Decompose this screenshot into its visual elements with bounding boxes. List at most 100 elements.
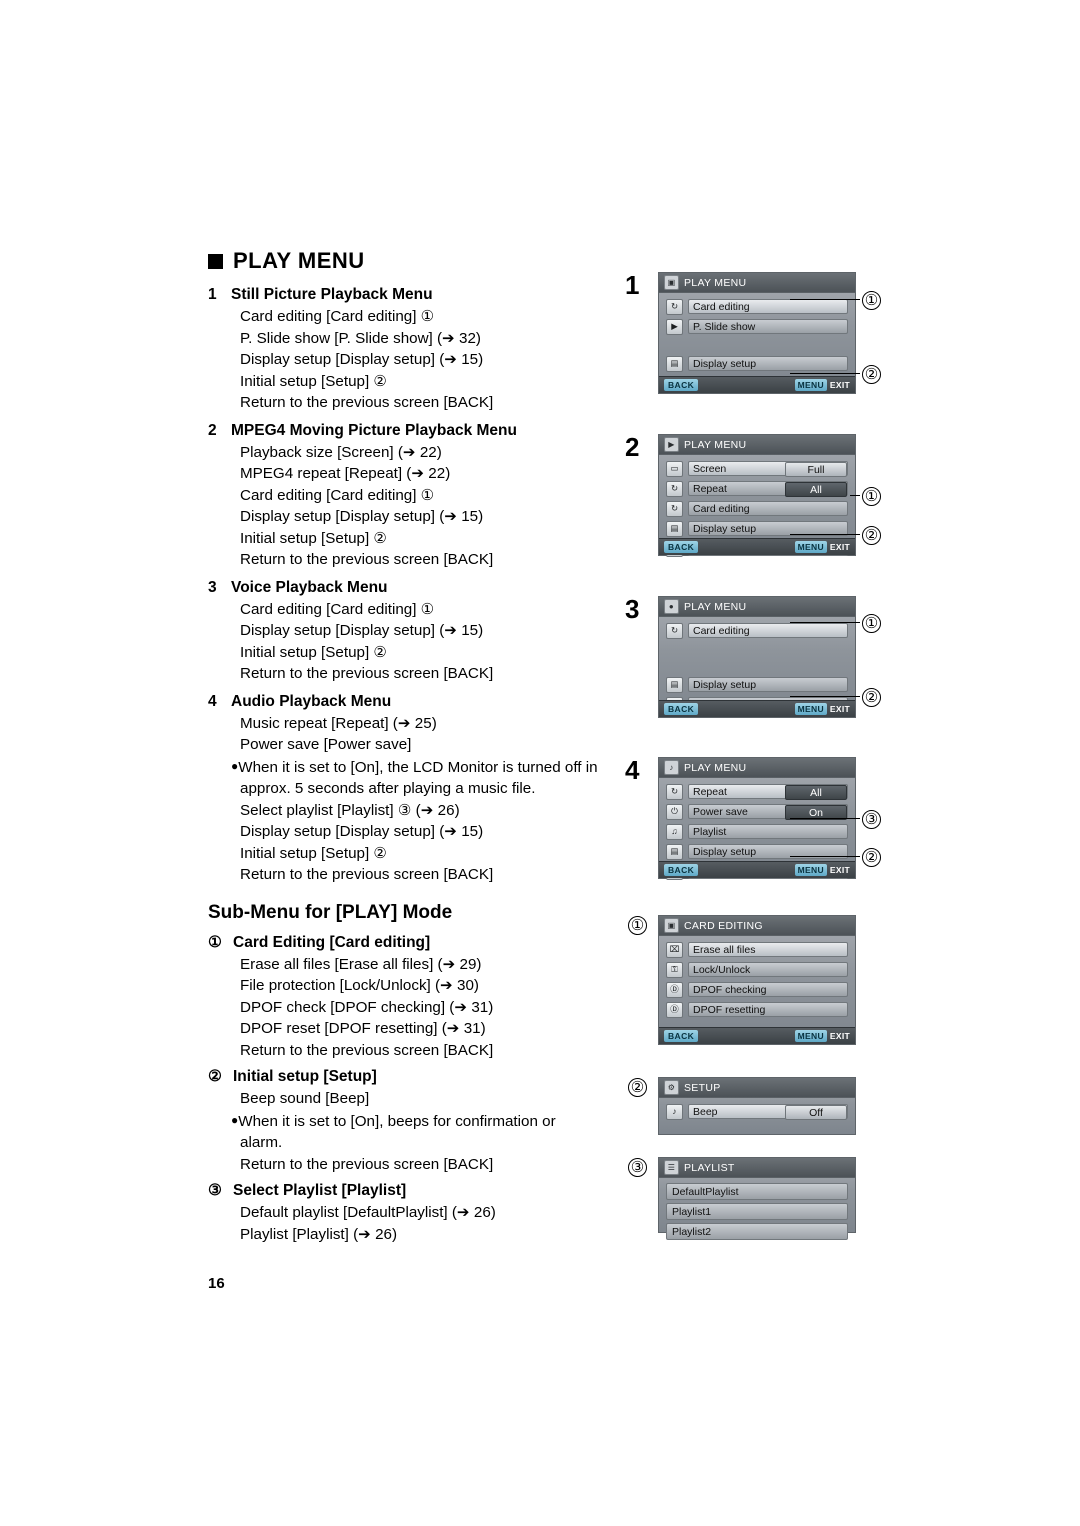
section-heading: 3 Voice Playback Menu [208,579,598,597]
card-editing-icon: ↻ [666,298,683,315]
playlist-item-1[interactable]: Playlist1 [666,1203,848,1220]
submenu-initial-setup: ② Initial setup [Setup] Beep sound [Beep… [208,1067,598,1175]
menu-item-card-editing[interactable]: ↻ Card editing [666,622,848,639]
menu-item-value[interactable]: Off [785,1105,847,1120]
menu-item-dpof-checking[interactable]: Ⓓ DPOF checking [666,981,848,998]
section-voice: 3 Voice Playback Menu Card editing [Card… [208,579,598,685]
menu-item-repeat[interactable]: ↻ Repeat All [666,480,848,497]
dpof-reset-icon: Ⓓ [666,1001,683,1018]
playlist-item-default[interactable]: DefaultPlaylist [666,1183,848,1200]
menu-item-value[interactable]: All [785,482,847,497]
menu-item-label: Display setup [688,356,848,371]
menu-item-label: Lock/Unlock [688,962,848,977]
lcd-title-bar: ♪ PLAY MENU [659,758,855,778]
menu-exit-group: MENU EXIT [794,864,850,876]
menu-item-display-setup[interactable]: ▤ Display setup [666,676,848,693]
menu-item-beep[interactable]: ♪ Beep Off [666,1103,848,1120]
lcd-title-bar: ▶ PLAY MENU [659,435,855,455]
menu-item-playlist[interactable]: ♫ Playlist [666,823,848,840]
menu-spacer [666,642,848,659]
back-button[interactable]: BACK [664,703,699,715]
section-heading: 1 Still Picture Playback Menu [208,286,598,304]
menu-spacer [666,659,848,676]
menu-button[interactable]: MENU [794,379,827,391]
menu-item-label: Card editing [688,623,848,638]
section-number: 3 [208,578,217,596]
page-title-text: PLAY MENU [233,248,365,273]
menu-item-label: Beep Off [688,1104,848,1120]
menu-item-label: Screen Full [688,461,848,477]
menu-item-value[interactable]: Full [785,462,847,477]
lcd-title-bar: ● PLAY MENU [659,597,855,617]
card-editing-icon: ↻ [666,500,683,517]
exit-label: EXIT [829,704,850,714]
section-title: MPEG4 Moving Picture Playback Menu [231,421,517,439]
repeat-icon: ↻ [666,480,683,497]
menu-item-erase-all-files[interactable]: ⌧ Erase all files [666,941,848,958]
body-line: Display setup [Display setup] (➔ 15) [240,622,484,639]
list-icon: ☰ [664,1160,679,1175]
menu-item-label: DPOF resetting [688,1002,848,1017]
menu-item-label: Card editing [688,501,848,516]
display-setup-icon: ▤ [666,355,683,372]
menu-button[interactable]: MENU [794,864,827,876]
menu-item-label: DPOF checking [688,982,848,997]
exit-label: EXIT [829,865,850,875]
menu-item-screen[interactable]: ▭ Screen Full [666,460,848,477]
menu-button[interactable]: MENU [794,703,827,715]
lcd-footer: BACK MENU EXIT [659,700,855,717]
menu-button[interactable]: MENU [794,541,827,553]
section-mpeg4: 2 MPEG4 Moving Picture Playback Menu Pla… [208,422,598,571]
menu-item-slide-show[interactable]: ▶ P. Slide show [666,318,848,335]
callout-line [790,696,860,698]
menu-exit-group: MENU EXIT [794,1030,850,1042]
menu-item-card-editing[interactable]: ↻ Card editing [666,298,848,315]
callout-3a: ③ [862,810,881,829]
lcd-footer: BACK MENU EXIT [659,376,855,393]
callout-line [790,534,860,536]
menu-item-display-setup[interactable]: ▤ Display setup [666,843,848,860]
screen-marker-sub1: ① [628,916,647,935]
menu-item-lock-unlock[interactable]: ⚿ Lock/Unlock [666,961,848,978]
body-line: Return to the previous screen [BACK] [240,551,494,568]
menu-item-value[interactable]: All [785,785,847,800]
lcd-footer: BACK MENU EXIT [659,1027,855,1044]
body-line: DPOF check [DPOF checking] (➔ 31) [240,998,494,1016]
menu-item-label: Erase all files [688,942,848,957]
menu-item-card-editing[interactable]: ↻ Card editing [666,500,848,517]
menu-button[interactable]: MENU [794,1030,827,1042]
lcd-screen-setup: ⚙ SETUP ♪ Beep Off [658,1077,856,1135]
playlist-item-2[interactable]: Playlist2 [666,1223,848,1240]
body-line: Initial setup [Setup] ② [240,529,388,547]
body-line: Display setup [Display setup] (➔ 15) [240,823,484,840]
body-line: Power save [Power save] [240,736,412,753]
callout-line [790,856,860,858]
lcd-body: ⌧ Erase all files ⚿ Lock/Unlock Ⓓ DPOF c… [659,936,855,1025]
back-button[interactable]: BACK [664,1030,699,1042]
exit-label: EXIT [829,1031,850,1041]
submenu-card-editing: ① Card Editing [Card editing] Erase all … [208,933,598,1062]
exit-label: EXIT [829,380,850,390]
back-button[interactable]: BACK [664,379,699,391]
body-line: Return to the previous screen [BACK] [240,394,494,411]
section-title: Voice Playback Menu [231,578,388,596]
body-line: File protection [Lock/Unlock] (➔ 30) [240,977,479,994]
section-number: ② [208,1068,222,1085]
back-button[interactable]: BACK [664,541,699,553]
screen-marker-1: 1 [625,270,640,300]
bullet-square-icon [208,253,223,269]
screen-marker-3: 3 [625,594,640,624]
submenu-select-playlist: ③ Select Playlist [Playlist] Default pla… [208,1181,598,1245]
section-number: 2 [208,421,217,439]
lcd-title-text: SETUP [684,1081,721,1094]
body-line: Display setup [Display setup] (➔ 15) [240,508,484,525]
menu-item-display-setup[interactable]: ▤ Display setup [666,355,848,372]
section-number: ① [208,933,222,951]
menu-spacer [666,338,848,355]
callout-2d: ② [862,848,881,867]
menu-item-dpof-resetting[interactable]: Ⓓ DPOF resetting [666,1001,848,1018]
back-button[interactable]: BACK [664,864,699,876]
callout-line [850,495,860,497]
menu-item-repeat[interactable]: ↻ Repeat All [666,783,848,800]
section-title: Still Picture Playback Menu [231,286,433,303]
